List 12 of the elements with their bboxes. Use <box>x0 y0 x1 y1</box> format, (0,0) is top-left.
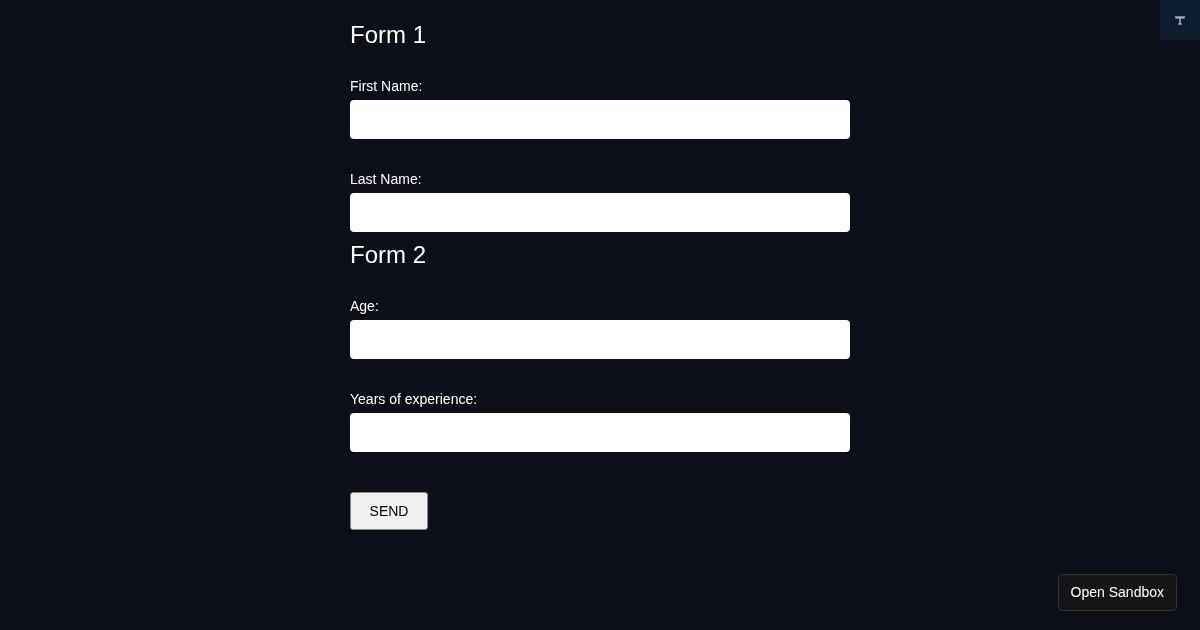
input-field[interactable] <box>350 100 850 139</box>
input-field[interactable] <box>350 320 850 359</box>
input-field[interactable] <box>350 413 850 452</box>
field-label: First Name: <box>350 78 424 94</box>
field-label: Age: <box>350 298 380 314</box>
input-field[interactable] <box>350 193 850 232</box>
field-label: Years of experience: <box>350 391 479 407</box>
open-sandbox-button[interactable]: Open Sandbox <box>1057 574 1177 611</box>
send-button[interactable]: SEND <box>350 492 428 530</box>
form-title: Form 1 <box>350 20 427 50</box>
form-title: Form 2 <box>350 240 427 270</box>
field-label: Last Name: <box>350 171 423 187</box>
